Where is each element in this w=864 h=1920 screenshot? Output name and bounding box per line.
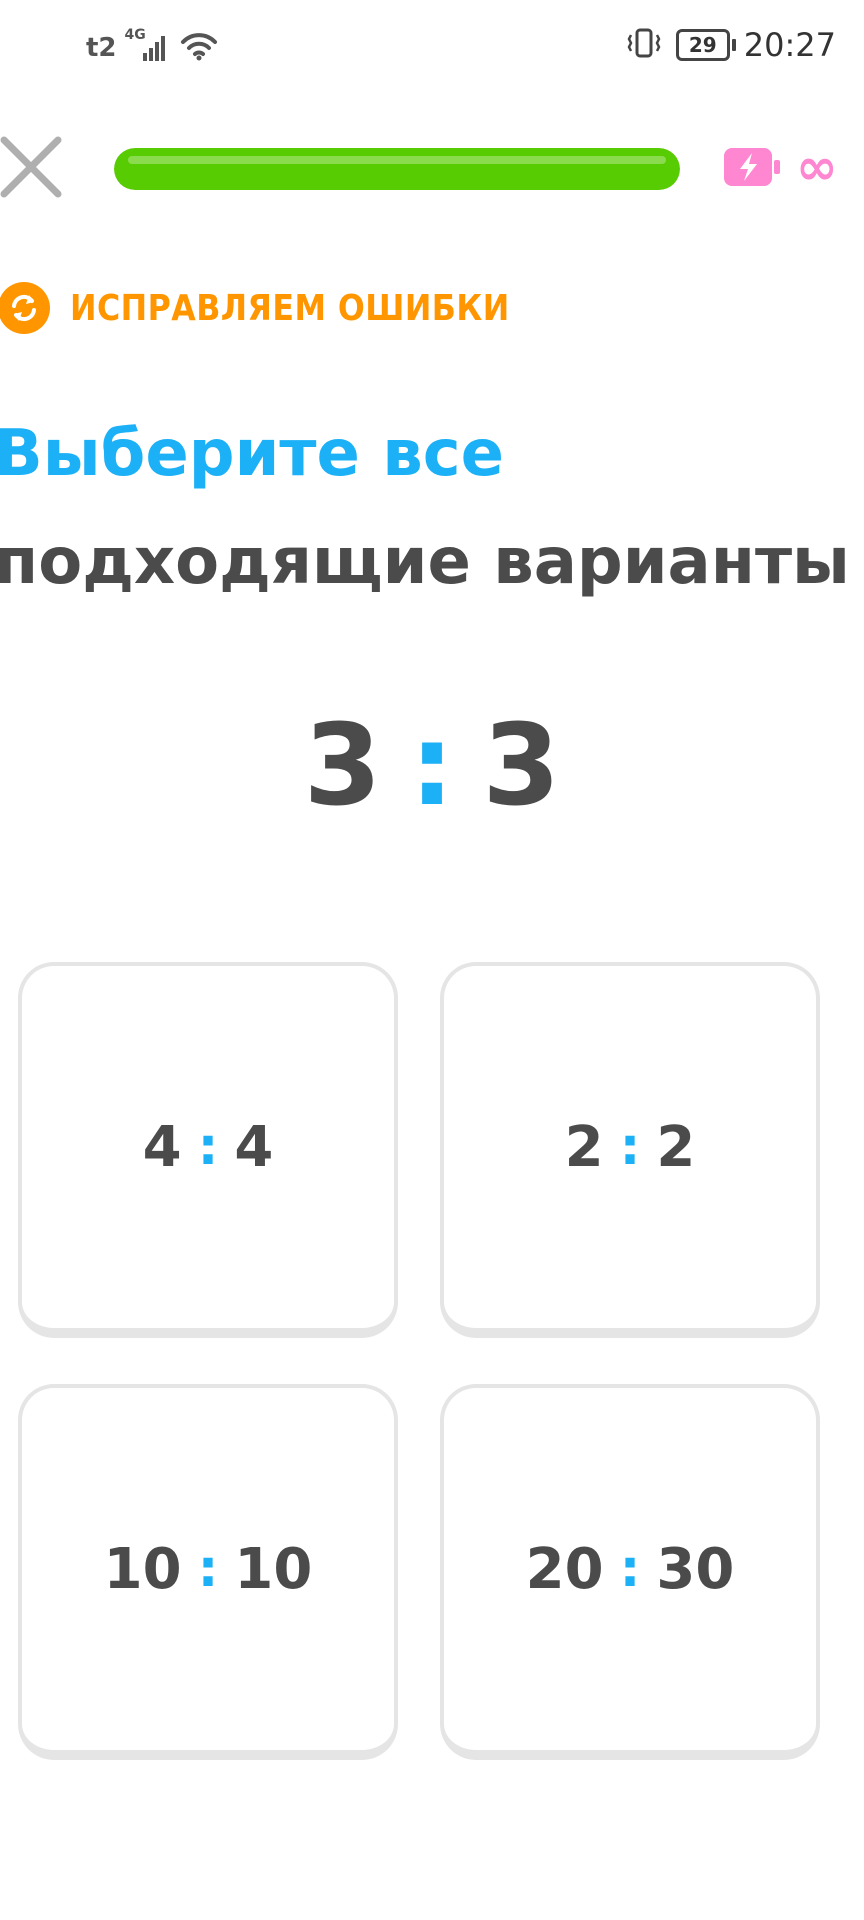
option-card-2[interactable]: 2:2	[440, 962, 820, 1338]
prompt-right: 3	[482, 701, 561, 831]
exercise-title: Выберите все подходящие варианты	[0, 400, 854, 616]
option-left: 4	[142, 1114, 182, 1180]
lesson-progress-fill	[114, 148, 680, 190]
option-separator: :	[197, 1539, 219, 1599]
clock: 20:27	[743, 26, 836, 64]
review-mistakes-label: ИСПРАВЛЯЕМ ОШИБКИ	[0, 282, 570, 334]
wifi-icon	[179, 30, 219, 66]
battery-icon: 29	[675, 29, 736, 61]
close-button[interactable]	[0, 136, 64, 200]
status-bar: t2 4G 29 20:27	[0, 0, 864, 96]
energy-value: ∞	[796, 138, 838, 196]
close-icon	[0, 136, 64, 204]
energy-battery-icon	[722, 146, 782, 192]
signal-icon: 4G	[125, 27, 171, 63]
option-right: 30	[656, 1536, 735, 1602]
option-separator: :	[619, 1117, 641, 1177]
status-right: 29 20:27	[626, 26, 836, 64]
option-separator: :	[619, 1539, 641, 1599]
prompt-separator: :	[409, 701, 455, 831]
option-left: 10	[103, 1536, 182, 1602]
option-card-3[interactable]: 10:10	[18, 1384, 398, 1760]
option-separator: :	[197, 1117, 219, 1177]
prompt-left: 3	[303, 701, 382, 831]
option-left: 20	[525, 1536, 604, 1602]
title-rest: подходящие варианты	[0, 525, 850, 599]
status-left: t2 4G	[86, 27, 219, 66]
ratio-prompt: 3:3	[0, 696, 864, 836]
option-left: 2	[564, 1114, 604, 1180]
energy-indicator[interactable]: ∞	[722, 142, 838, 192]
option-right: 4	[234, 1114, 274, 1180]
battery-level: 29	[688, 33, 717, 57]
refresh-icon	[0, 282, 50, 334]
option-card-1[interactable]: 4:4	[18, 962, 398, 1338]
option-right: 2	[656, 1114, 696, 1180]
lesson-progress-bar	[114, 148, 680, 190]
option-card-4[interactable]: 20:30	[440, 1384, 820, 1760]
review-label-text: ИСПРАВЛЯЕМ ОШИБКИ	[70, 287, 510, 329]
vibrate-icon	[626, 27, 662, 63]
option-right: 10	[234, 1536, 313, 1602]
carrier-label: t2	[86, 33, 117, 63]
title-highlight: Выберите все	[0, 417, 505, 491]
